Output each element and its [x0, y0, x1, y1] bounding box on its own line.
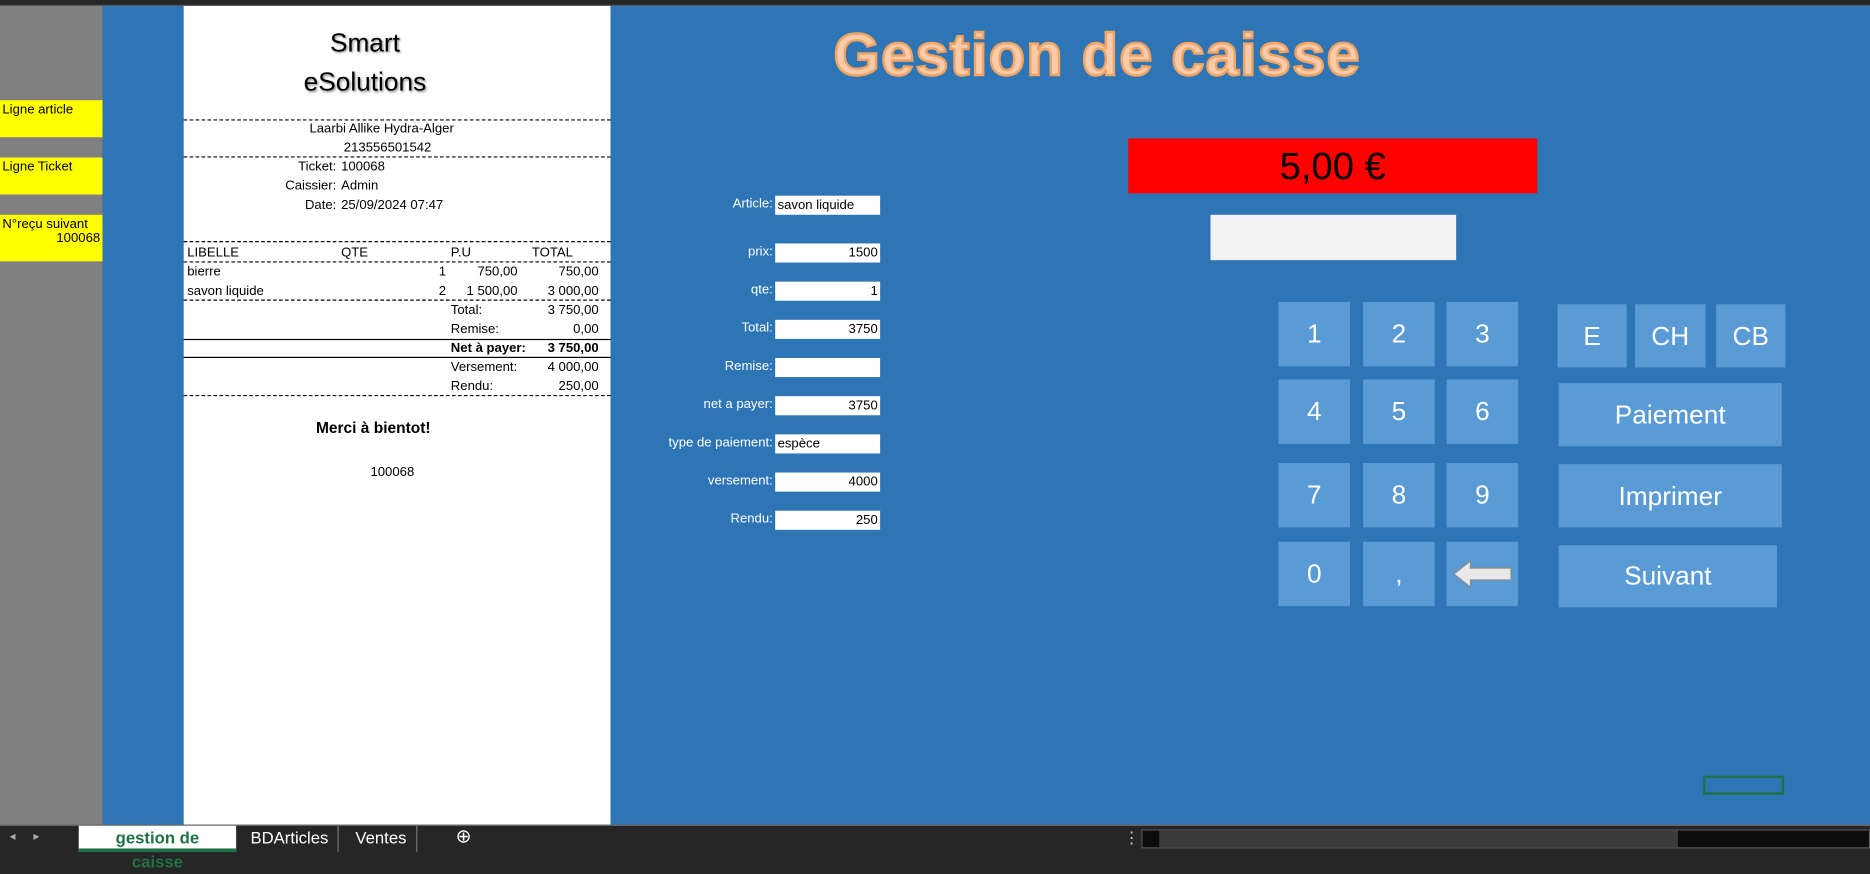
sheet-tab-bar: ◂ ▸ gestion de caisse BDArticles Ventes …	[0, 824, 1870, 871]
sheet-tab-ventes[interactable]: Ventes	[346, 825, 418, 853]
form-input[interactable]: 1	[775, 281, 881, 301]
form-label: type de paiement:	[668, 435, 773, 450]
scroll-right-icon[interactable]: ▸	[24, 826, 49, 852]
remise-value: 0,00	[573, 322, 599, 337]
ligne-article-label: Ligne article	[2, 102, 74, 117]
form-input[interactable]: 3750	[775, 319, 881, 339]
cash-register-panel: Gestion de caisse 5,00 € Article: savon l…	[610, 5, 1870, 825]
total-value: 3 750,00	[547, 303, 599, 318]
header-qte: QTE	[341, 245, 369, 261]
receipt-date: 25/09/2024 07:47	[341, 198, 444, 213]
row-total: 750,00	[558, 264, 599, 280]
ligne-ticket-cell[interactable]: Ligne Ticket	[0, 157, 103, 195]
versement-value: 4 000,00	[547, 360, 599, 375]
key-1-button[interactable]: 1	[1278, 301, 1351, 367]
arrow-left-icon	[1452, 559, 1512, 589]
form-input[interactable]: 1500	[775, 243, 881, 263]
row-pu: 750,00	[477, 264, 518, 280]
form-label: qte:	[750, 282, 773, 298]
row-libelle: bierre	[187, 264, 221, 280]
footer-number: 100068	[370, 465, 415, 480]
cashier-name: Admin	[341, 178, 379, 194]
row-total: 3 000,00	[547, 284, 599, 299]
receipt: Smart eSolutions Laarbi Allike Hydra-Alg…	[183, 5, 611, 825]
cashier-label: Caissier:	[285, 178, 337, 194]
form-label: Rendu:	[730, 511, 773, 527]
form-label: Total:	[741, 321, 773, 336]
ligne-ticket-label: Ligne Ticket	[2, 159, 73, 175]
next-receipt-value: 100068	[56, 231, 101, 246]
header-libelle: LIBELLE	[187, 245, 240, 261]
blue-spacer-column	[102, 5, 184, 825]
net-label: Net à payer:	[450, 341, 526, 356]
form-label: Article:	[732, 196, 773, 212]
form-label: Remise:	[724, 359, 773, 374]
key-4-button[interactable]: 4	[1278, 379, 1351, 444]
next-receipt-cell[interactable]: N°reçu suivant 100068	[0, 214, 103, 262]
header-total: TOTAL	[531, 245, 573, 261]
ticket-label: Ticket:	[298, 159, 337, 175]
scroll-left-icon[interactable]: ◂	[0, 826, 25, 852]
suivant-button[interactable]: Suivant	[1558, 545, 1777, 608]
sheet-tab-bdarticles[interactable]: BDArticles	[241, 825, 340, 853]
rendu-value: 250,00	[558, 379, 599, 394]
store-phone: 213556501542	[343, 140, 432, 156]
payment-especes-button[interactable]: E	[1557, 304, 1627, 368]
versement-label: Versement:	[450, 360, 518, 375]
next-receipt-label: N°reçu suivant	[2, 217, 88, 232]
key-7-button[interactable]: 7	[1278, 463, 1351, 528]
form-input[interactable]: 4000	[775, 472, 881, 492]
date-label: Date:	[304, 198, 337, 213]
form-label: prix:	[748, 244, 773, 259]
key-2-button[interactable]: 2	[1363, 301, 1435, 367]
key-6-button[interactable]: 6	[1446, 379, 1519, 444]
net-value: 3 750,00	[547, 341, 599, 356]
entry-field[interactable]	[1210, 214, 1457, 261]
form-label: versement:	[707, 473, 773, 489]
backspace-button[interactable]	[1446, 541, 1519, 607]
form-input[interactable]: espèce	[775, 434, 881, 454]
header-pu: P.U	[450, 245, 471, 261]
total-label: Total:	[450, 303, 483, 318]
key-8-button[interactable]: 8	[1363, 463, 1435, 528]
amount-display: 5,00 €	[1128, 138, 1538, 194]
payment-card-button[interactable]: CB	[1716, 304, 1786, 368]
sheet-tab-gestion[interactable]: gestion de caisse	[78, 825, 237, 871]
imprimer-button[interactable]: Imprimer	[1558, 464, 1782, 528]
payment-cheque-button[interactable]: CH	[1635, 304, 1706, 368]
key-0-button[interactable]: 0	[1278, 541, 1351, 607]
key-comma-button[interactable]: ,	[1363, 541, 1435, 607]
form-input[interactable]: savon liquide	[775, 195, 881, 215]
horizontal-scrollbar[interactable]	[1141, 829, 1870, 849]
key-3-button[interactable]: 3	[1446, 301, 1519, 367]
form-label: net a payer:	[703, 397, 773, 412]
row-qte: 1	[438, 264, 447, 280]
row-pu: 1 500,00	[466, 284, 518, 299]
store-address: Laarbi Allike Hydra-Alger	[309, 121, 454, 137]
key-9-button[interactable]: 9	[1446, 463, 1519, 528]
row-qte: 2	[438, 284, 447, 299]
ticket-number: 100068	[341, 159, 385, 175]
rendu-label: Rendu:	[450, 379, 494, 394]
paiement-button[interactable]: Paiement	[1558, 383, 1782, 447]
add-sheet-icon[interactable]: ⊕	[446, 826, 481, 852]
page-title: Gestion de caisse	[832, 20, 1361, 89]
remise-label: Remise:	[450, 322, 499, 337]
form-input[interactable]: 250	[775, 510, 881, 530]
scrollbar-thumb[interactable]	[1159, 830, 1678, 848]
form-input[interactable]	[775, 357, 881, 378]
thanks-message: Merci à bientot!	[315, 418, 431, 437]
form-input[interactable]: 3750	[775, 396, 881, 416]
row-libelle: savon liquide	[187, 284, 264, 299]
key-5-button[interactable]: 5	[1363, 379, 1435, 444]
ligne-article-cell[interactable]: Ligne article	[0, 100, 103, 138]
selected-cell[interactable]	[1703, 775, 1785, 795]
